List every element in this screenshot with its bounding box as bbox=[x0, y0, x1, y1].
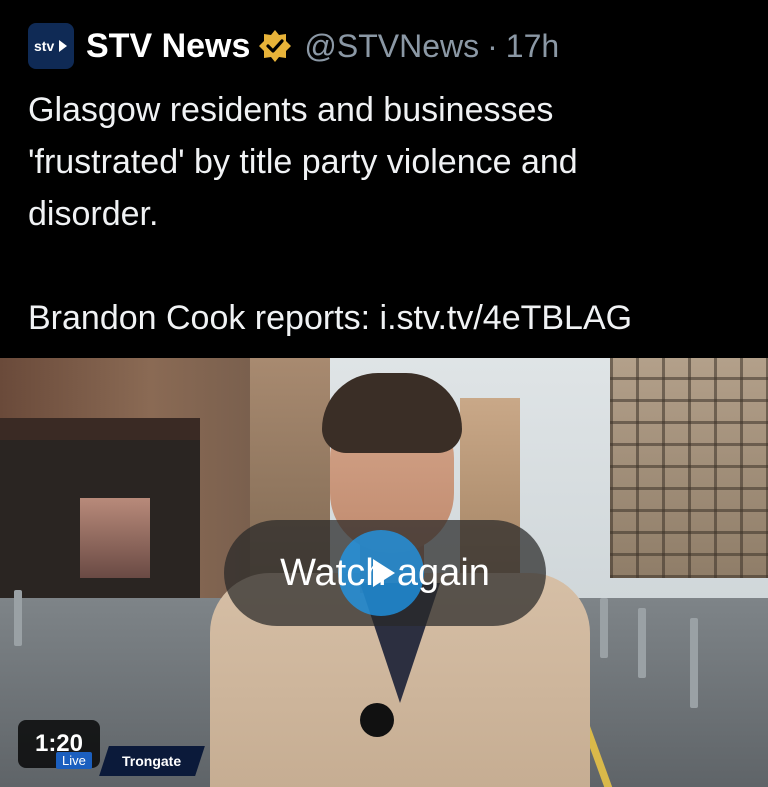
post-text-line-1: Glasgow residents and businesses bbox=[28, 91, 554, 129]
location-label: Trongate bbox=[122, 753, 182, 769]
post-text-line-3: disorder. bbox=[28, 195, 159, 233]
post-header: stv STV News @STVNews · 17h bbox=[28, 20, 559, 72]
post-text-line-2: 'frustrated' by title party violence and bbox=[28, 143, 578, 181]
separator-dot: · bbox=[487, 27, 498, 64]
post-timestamp[interactable]: 17h bbox=[506, 28, 559, 65]
display-name[interactable]: STV News bbox=[86, 27, 250, 66]
live-badge: Live bbox=[56, 752, 92, 769]
stv-logo-icon[interactable]: stv bbox=[28, 23, 74, 69]
user-handle[interactable]: @STVNews bbox=[304, 28, 479, 65]
video-player[interactable]: Watch again 1:20 Live Trongate bbox=[0, 358, 768, 787]
post-text: Glasgow residents and businesses 'frustr… bbox=[28, 84, 748, 344]
verified-badge-icon bbox=[259, 30, 292, 62]
reporter-link-line[interactable]: Brandon Cook reports: i.stv.tv/4eTBLAG bbox=[28, 292, 748, 344]
location-caption: Trongate bbox=[99, 746, 205, 776]
watch-again-label: Watch again bbox=[280, 551, 490, 594]
watch-again-button[interactable]: Watch again bbox=[224, 520, 546, 626]
svg-text:stv: stv bbox=[34, 38, 54, 54]
